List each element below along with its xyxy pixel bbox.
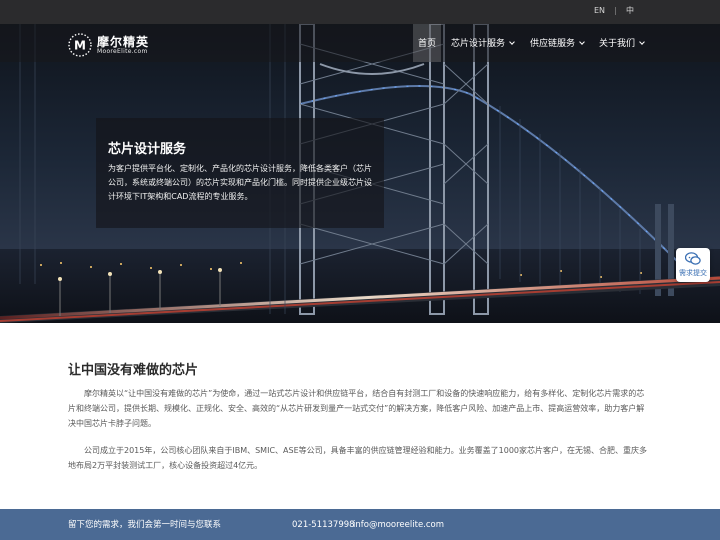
chat-bubbles-icon bbox=[685, 252, 701, 265]
nav-chip-design-label: 芯片设计服务 bbox=[451, 39, 506, 49]
contact-email[interactable]: info@mooreelite.com bbox=[353, 519, 444, 531]
chevron-down-icon bbox=[509, 39, 515, 45]
contact-bar: 留下您的需求，我们会第一时间与您联系 021-51137998 info@moo… bbox=[0, 509, 720, 540]
contact-phone[interactable]: 021-51137998 bbox=[292, 519, 355, 531]
hero-title: 芯片设计服务 bbox=[108, 142, 187, 157]
lang-zh-link[interactable]: 中 bbox=[626, 5, 634, 17]
hero-description: 为客户提供平台化、定制化、产品化的芯片设计服务，降低各类客户（芯片公司，系统或终… bbox=[108, 164, 372, 201]
lang-en-link[interactable]: EN bbox=[594, 5, 605, 17]
site-logo[interactable]: M 摩尔精英 MooreElite.com bbox=[68, 31, 158, 57]
nav-chip-design[interactable]: 芯片设计服务 bbox=[451, 24, 515, 62]
hero-caption-box: 芯片设计服务 为客户提供平台化、定制化、产品化的芯片设计服务，降低各类客户（芯片… bbox=[96, 118, 384, 228]
language-bar: EN | 中 bbox=[0, 0, 720, 24]
requirement-submit-label: 需求提交 bbox=[679, 269, 707, 277]
mission-paragraph: 摩尔精英以“让中国没有难做的芯片”为使命，通过一站式芯片设计和供应链平台，结合自… bbox=[68, 389, 645, 428]
logo-mark-letter: M bbox=[74, 39, 86, 53]
contact-message: 留下您的需求，我们会第一时间与您联系 bbox=[68, 520, 222, 530]
nav-supply-chain-label: 供应链服务 bbox=[530, 39, 576, 49]
nav-home[interactable]: 首页 bbox=[413, 24, 442, 62]
logo-mark-icon: M bbox=[68, 33, 92, 57]
nav-home-label: 首页 bbox=[418, 39, 437, 49]
requirement-submit-button[interactable]: 需求提交 bbox=[676, 248, 710, 282]
nav-about-label: 关于我们 bbox=[599, 39, 636, 49]
company-paragraph: 公司成立于2015年，公司核心团队来自于IBM、SMIC、ASE等公司，具备丰富… bbox=[68, 446, 647, 470]
chevron-down-icon bbox=[639, 39, 645, 45]
nav-supply-chain[interactable]: 供应链服务 bbox=[530, 24, 585, 62]
mission-heading: 让中国没有难做的芯片 bbox=[68, 363, 199, 378]
logo-english-name: MooreElite.com bbox=[97, 48, 148, 55]
nav-about[interactable]: 关于我们 bbox=[599, 24, 645, 62]
chevron-down-icon bbox=[579, 39, 585, 45]
lang-separator: | bbox=[614, 6, 617, 15]
